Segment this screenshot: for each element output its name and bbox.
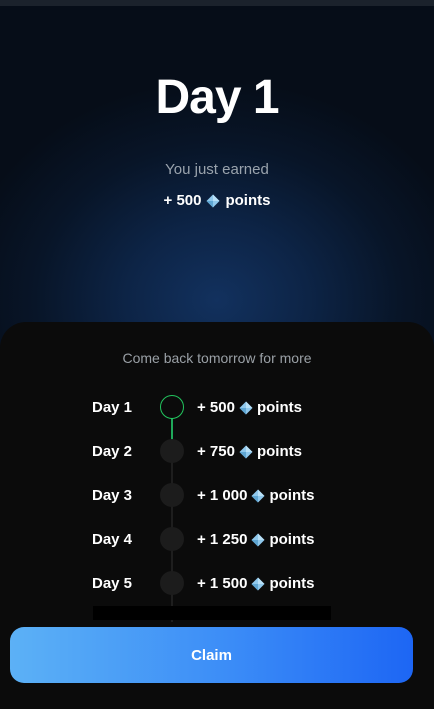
claim-button[interactable]: Claim — [10, 627, 413, 683]
reward-day-label: Day 1 — [92, 399, 133, 416]
reward-points-unit: points — [256, 443, 302, 460]
reward-day-label: Day 5 — [92, 575, 133, 592]
earned-label: You just earned — [165, 161, 269, 178]
diamond-icon — [251, 533, 265, 546]
timeline-progress — [171, 418, 173, 440]
timeline-dot — [160, 439, 184, 463]
reward-points-value: + 1 250 — [197, 531, 248, 548]
diamond-icon — [239, 445, 253, 458]
reward-day-label: Day 4 — [92, 531, 133, 548]
reward-day-label: Day 2 — [92, 443, 133, 460]
reward-points: + 1 000 points — [197, 487, 314, 504]
reward-points-value: + 750 — [197, 443, 235, 460]
daily-reward-screen: Day 1 You just earned + 500 points Come … — [0, 0, 434, 709]
page-title: Day 1 — [155, 71, 279, 124]
timeline-dot — [160, 483, 184, 507]
reward-points-unit: points — [256, 399, 302, 416]
reward-row: Day 1 + 500 points — [0, 395, 434, 421]
reward-points-value: + 1 000 — [197, 487, 248, 504]
timeline-dot — [160, 527, 184, 551]
reward-points-unit: points — [269, 487, 315, 504]
rewards-title: Come back tomorrow for more — [122, 350, 312, 366]
earned-points-unit: points — [225, 192, 271, 209]
earned-points: + 500 points — [0, 192, 434, 209]
reward-points: + 1 250 points — [197, 531, 314, 548]
reward-row: Day 5 + 1 500 points — [0, 571, 434, 597]
timeline-dot — [160, 571, 184, 595]
reward-row: Day 2 + 750 points — [0, 439, 434, 465]
reward-points: + 1 500 points — [197, 575, 314, 592]
diamond-icon — [251, 489, 265, 502]
reward-points: + 500 points — [197, 399, 302, 416]
diamond-icon — [239, 401, 253, 414]
diamond-icon — [206, 194, 220, 207]
reward-points: + 750 points — [197, 443, 302, 460]
earned-points-value: + 500 — [163, 192, 202, 209]
reward-row: Day 4 + 1 250 points — [0, 527, 434, 553]
top-strip — [0, 0, 434, 6]
reward-points-unit: points — [269, 531, 315, 548]
reward-points-unit: points — [269, 575, 315, 592]
diamond-icon — [251, 577, 265, 590]
reward-day-label: Day 3 — [92, 487, 133, 504]
timeline-dot-active — [160, 395, 184, 419]
list-fade — [93, 606, 331, 620]
reward-points-value: + 1 500 — [197, 575, 248, 592]
reward-row: Day 3 + 1 000 points — [0, 483, 434, 509]
reward-points-value: + 500 — [197, 399, 235, 416]
